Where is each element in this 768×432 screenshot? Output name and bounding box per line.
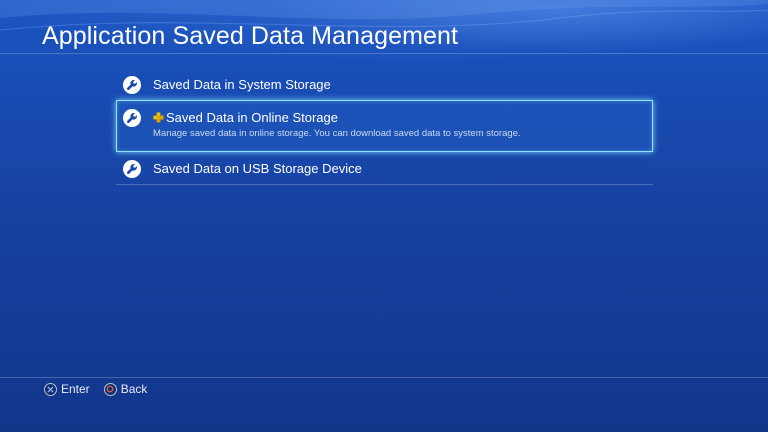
- menu-item-online-storage[interactable]: Saved Data in Online Storage Manage save…: [116, 100, 653, 152]
- wrench-icon: [123, 160, 141, 178]
- wrench-icon: [123, 109, 141, 127]
- menu-item-label: Saved Data in System Storage: [153, 77, 331, 92]
- page-title: Application Saved Data Management: [42, 22, 459, 50]
- menu-item-label: Saved Data in Online Storage: [166, 110, 338, 125]
- saved-data-menu: Saved Data in System Storage Saved Data …: [116, 68, 653, 185]
- back-label: Back: [120, 382, 148, 396]
- enter-hint[interactable]: Enter: [44, 382, 90, 396]
- menu-item-label: Saved Data on USB Storage Device: [153, 161, 362, 176]
- back-hint[interactable]: Back: [103, 382, 148, 396]
- title-divider: [0, 53, 768, 54]
- enter-label: Enter: [61, 382, 90, 396]
- footer-divider: [0, 377, 768, 378]
- button-hints: Enter Back: [44, 382, 161, 396]
- menu-item-usb-storage[interactable]: Saved Data on USB Storage Device: [116, 152, 653, 185]
- menu-item-description: Manage saved data in online storage. You…: [153, 128, 521, 139]
- menu-item-label-with-badge: Saved Data in Online Storage: [153, 110, 338, 125]
- cross-button-icon: [44, 382, 57, 396]
- ps-plus-icon: [153, 112, 164, 123]
- wrench-icon: [123, 76, 141, 94]
- circle-button-icon: [103, 382, 117, 396]
- menu-item-system-storage[interactable]: Saved Data in System Storage: [116, 68, 653, 101]
